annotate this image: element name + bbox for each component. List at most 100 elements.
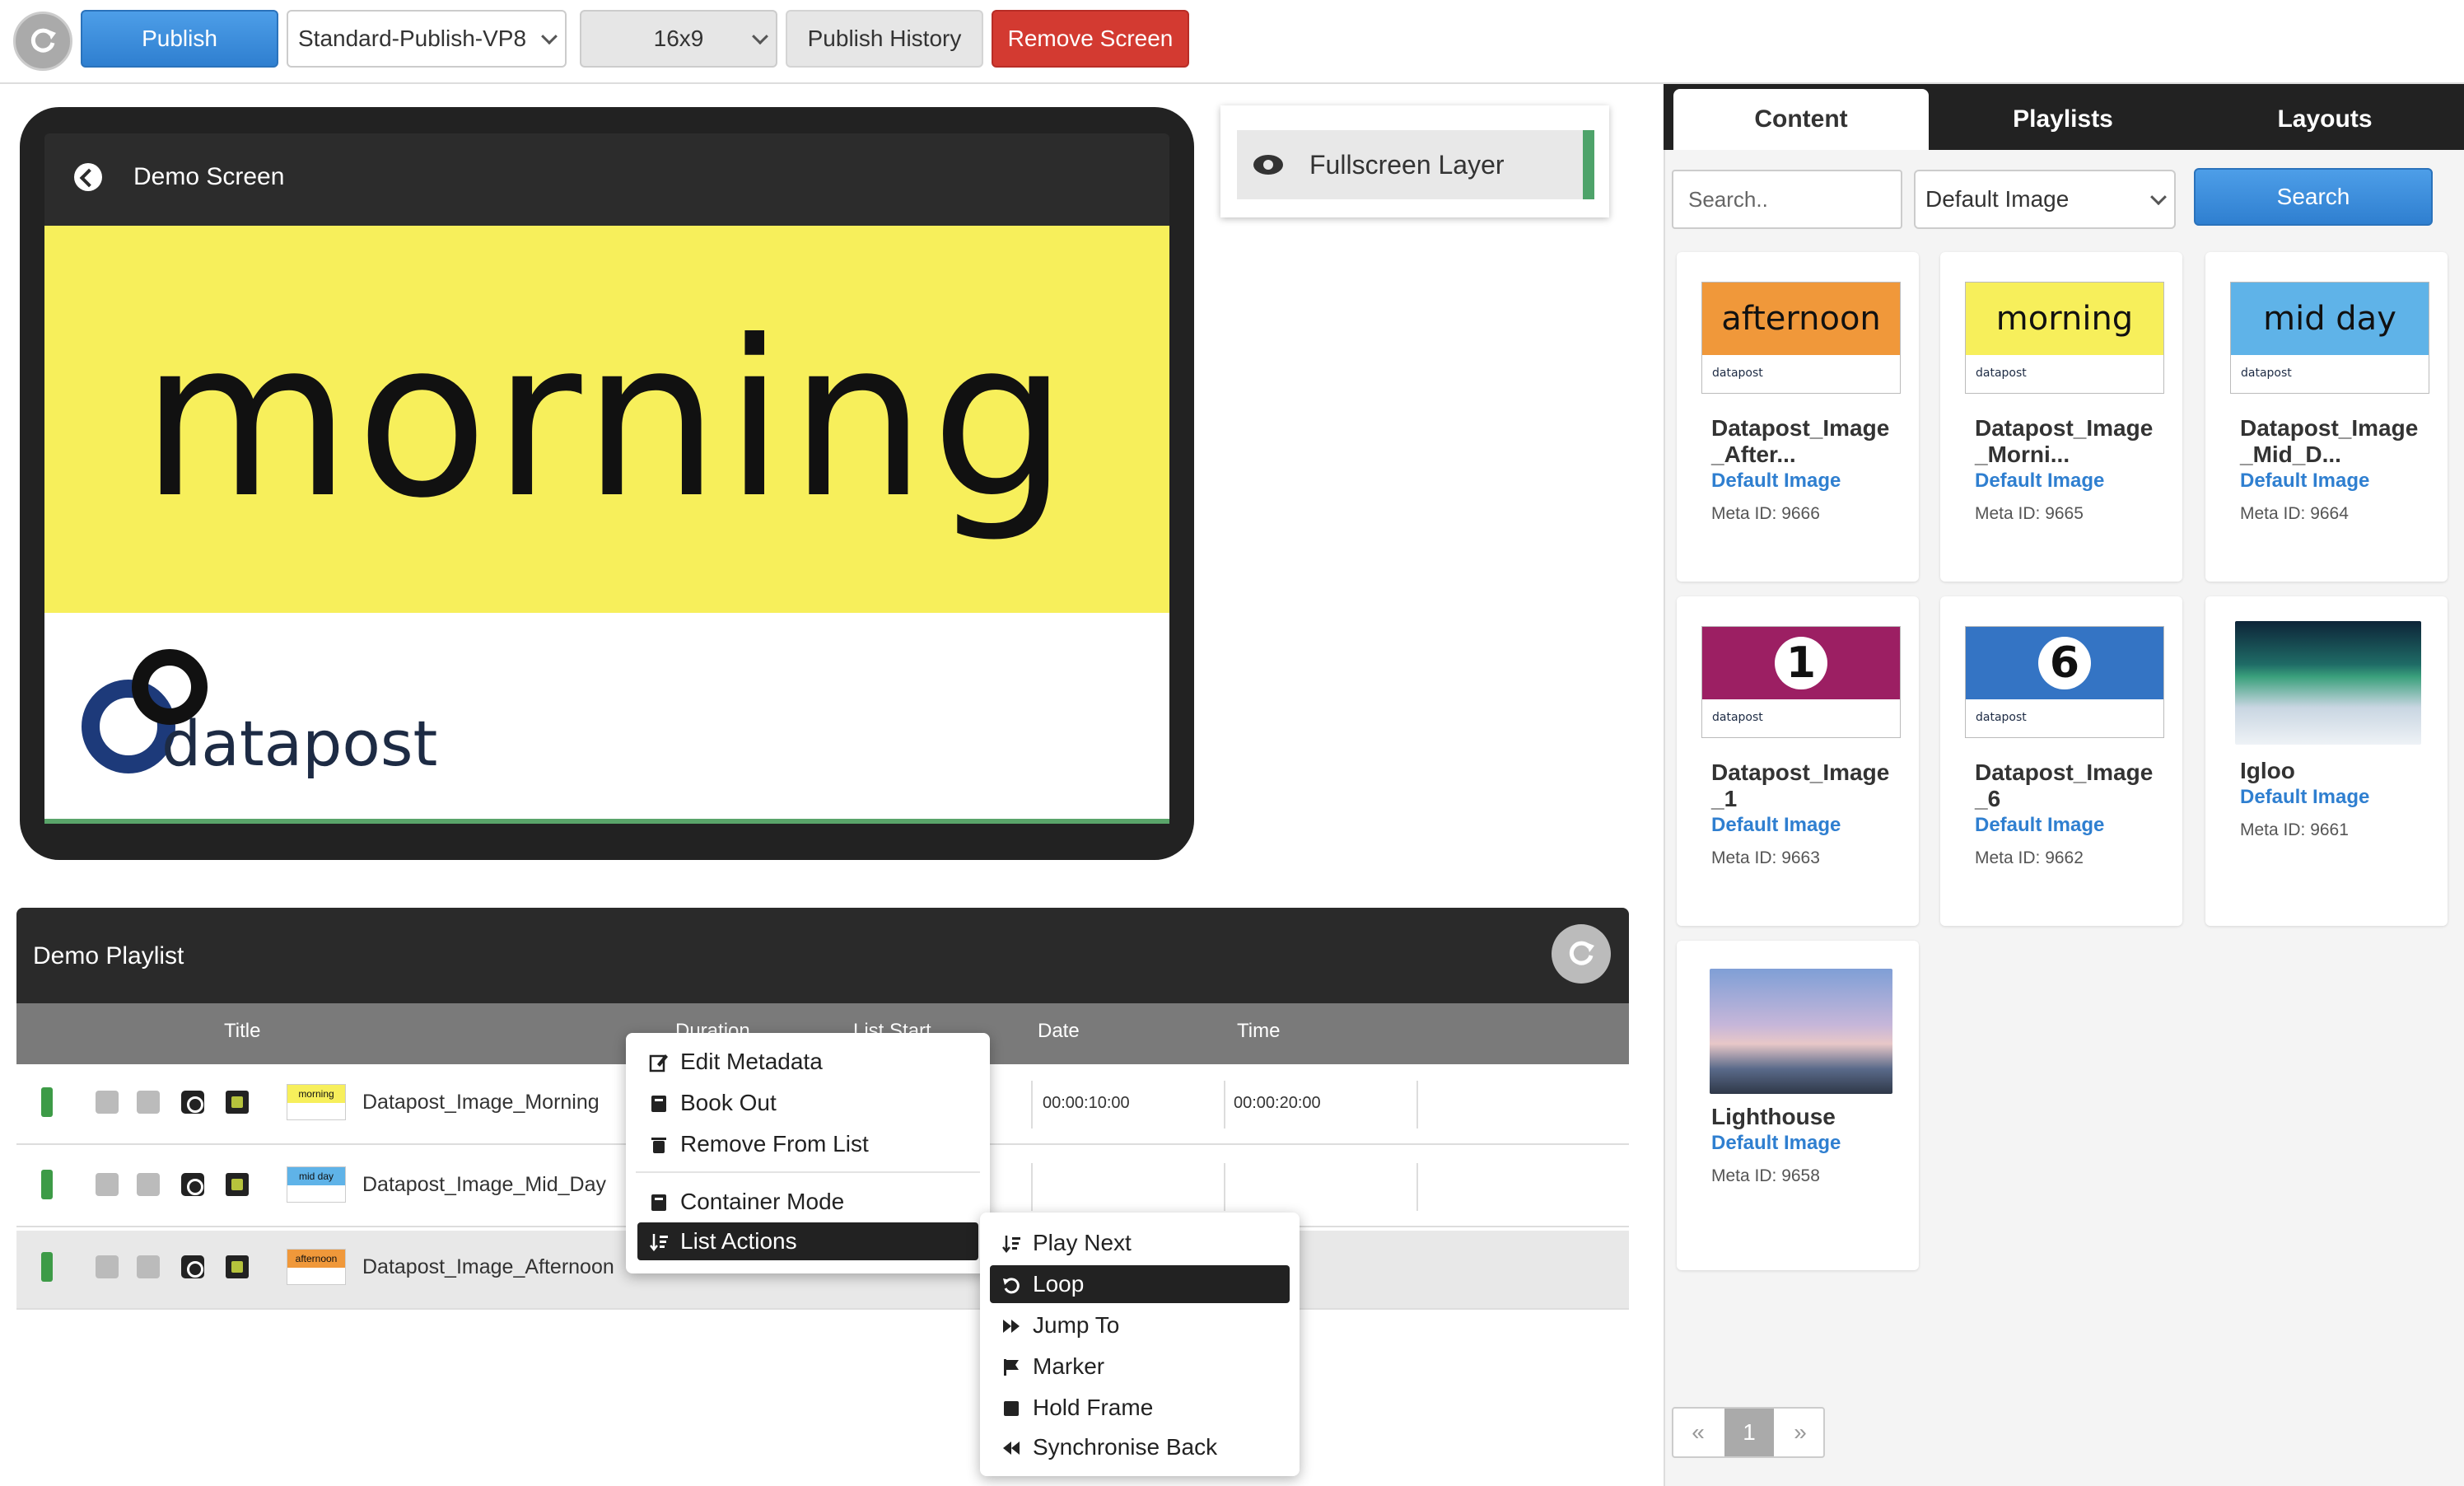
content-card[interactable]: 1 datapost Datapost_Image _1 Default Ima… <box>1677 596 1919 926</box>
tab-playlists[interactable]: Playlists <box>1935 89 2191 150</box>
image-icon[interactable] <box>96 1091 119 1114</box>
thumbnail-toggle-icon[interactable] <box>226 1091 249 1114</box>
image-icon[interactable] <box>96 1255 119 1278</box>
publish-profile-select[interactable]: Standard-Publish-VP8 <box>287 10 567 68</box>
menu-item-edit-metadata[interactable]: Edit Metadata <box>637 1043 978 1081</box>
card-thumbnail-logo: datapost <box>1712 367 1763 380</box>
content-card[interactable]: mid day datapost Datapost_Image _Mid_D..… <box>2205 252 2448 582</box>
loop-icon <box>1003 1278 1020 1294</box>
submenu-marker[interactable]: Marker <box>990 1348 1290 1386</box>
book-icon <box>651 1096 666 1112</box>
volume-icon[interactable] <box>137 1255 160 1278</box>
thumbnail-toggle-icon[interactable] <box>226 1173 249 1196</box>
card-title: Lighthouse <box>1711 1104 1836 1129</box>
publish-button[interactable]: Publish <box>81 10 278 68</box>
publish-history-button[interactable]: Publish History <box>786 10 983 68</box>
search-button[interactable]: Search <box>2194 168 2433 226</box>
playlist-header <box>16 908 1629 1003</box>
submenu-hold-frame[interactable]: Hold Frame <box>990 1389 1290 1427</box>
submenu-jump-to[interactable]: Jump To <box>990 1306 1290 1344</box>
preview-content-band: morning <box>44 226 1169 613</box>
cell-divider <box>1416 1081 1418 1129</box>
row-date: 00:00:10:00 <box>1043 1094 1130 1112</box>
submenu-play-next[interactable]: Play Next <box>990 1224 1290 1262</box>
card-title: Datapost_Image _Mid_D... <box>2240 415 2419 467</box>
timer-icon[interactable] <box>181 1091 204 1114</box>
card-thumbnail: 6 datapost <box>1965 626 2164 738</box>
submenu-synchronise-back[interactable]: Synchronise Back <box>990 1428 1290 1466</box>
layer-label: Fullscreen Layer <box>1309 149 1505 180</box>
card-title: Datapost_Image _After... <box>1711 415 1890 467</box>
content-card[interactable]: morning datapost Datapost_Image _Morni..… <box>1940 252 2182 582</box>
card-thumbnail-logo: datapost <box>1976 367 2027 380</box>
publish-profile-value: Standard-Publish-VP8 <box>298 26 527 51</box>
card-type: Default Image <box>1975 470 2105 492</box>
thumbnail-toggle-icon[interactable] <box>226 1255 249 1278</box>
submenu-label: Jump To <box>1033 1312 1120 1338</box>
chevron-down-icon <box>752 28 768 45</box>
card-meta-id: Meta ID: 9665 <box>1975 504 2084 523</box>
menu-item-container-mode[interactable]: Container Mode <box>637 1183 978 1221</box>
card-title: Datapost_Image _6 <box>1975 759 2154 811</box>
card-meta-id: Meta ID: 9666 <box>1711 504 1820 523</box>
timer-icon[interactable] <box>181 1173 204 1196</box>
aspect-ratio-select[interactable]: 16x9 <box>580 10 777 68</box>
cell-divider <box>1031 1081 1033 1129</box>
card-title: Datapost_Image _1 <box>1711 759 1890 811</box>
card-thumbnail-text: afternoon <box>1702 283 1900 355</box>
card-title: Datapost_Image _Morni... <box>1975 415 2154 467</box>
column-title: Title <box>224 1020 261 1042</box>
lighthouse-photo <box>1710 969 1892 1094</box>
card-title: Igloo <box>2240 758 2295 783</box>
content-card[interactable]: Lighthouse Default Image Meta ID: 9658 <box>1677 941 1919 1270</box>
card-thumbnail-logo: datapost <box>1712 711 1763 724</box>
row-title: Datapost_Image_Mid_Day <box>362 1173 606 1196</box>
card-thumbnail-logo: datapost <box>2241 367 2292 380</box>
card-type: Default Image <box>2240 470 2370 492</box>
card-type: Default Image <box>2240 786 2370 808</box>
tab-layouts[interactable]: Layouts <box>2197 89 2452 150</box>
refresh-icon <box>30 28 56 53</box>
preview-logo-text: datapost <box>161 707 438 780</box>
image-icon[interactable] <box>96 1173 119 1196</box>
menu-item-remove-from-list[interactable]: Remove From List <box>637 1125 978 1163</box>
cell-divider <box>1224 1081 1225 1129</box>
refresh-icon <box>1569 941 1594 965</box>
screen-title: Demo Screen <box>133 163 285 190</box>
menu-item-book-out[interactable]: Book Out <box>637 1084 978 1122</box>
volume-icon[interactable] <box>137 1091 160 1114</box>
eye-icon[interactable] <box>1253 155 1283 175</box>
pagination-prev[interactable]: « <box>1673 1409 1723 1456</box>
content-card[interactable]: Igloo Default Image Meta ID: 9661 <box>2205 596 2448 926</box>
drag-handle-icon[interactable] <box>41 1170 53 1199</box>
igloo-photo <box>2235 621 2421 745</box>
playlist-refresh-button[interactable] <box>1552 924 1611 984</box>
content-card[interactable]: afternoon datapost Datapost_Image _After… <box>1677 252 1919 582</box>
flag-icon <box>1004 1359 1019 1376</box>
edit-icon <box>649 1054 668 1072</box>
back-arrow-icon[interactable] <box>74 163 102 191</box>
volume-icon[interactable] <box>137 1173 160 1196</box>
card-meta-id: Meta ID: 9662 <box>1975 848 2084 867</box>
remove-screen-button[interactable]: Remove Screen <box>992 10 1189 68</box>
search-input[interactable]: Search.. <box>1672 170 1902 229</box>
drag-handle-icon[interactable] <box>41 1252 53 1282</box>
fullscreen-layer-item[interactable]: Fullscreen Layer <box>1237 130 1594 199</box>
row-title: Datapost_Image_Afternoon <box>362 1255 614 1278</box>
timer-icon[interactable] <box>181 1255 204 1278</box>
pagination-next[interactable]: » <box>1776 1409 1825 1456</box>
card-thumbnail-logo: datapost <box>1976 711 2027 724</box>
content-card[interactable]: 6 datapost Datapost_Image _6 Default Ima… <box>1940 596 2182 926</box>
submenu-loop[interactable]: Loop <box>990 1265 1290 1303</box>
content-type-select[interactable]: Default Image <box>1914 170 2176 229</box>
menu-item-label: Edit Metadata <box>680 1049 823 1074</box>
drag-handle-icon[interactable] <box>41 1087 53 1117</box>
menu-item-list-actions[interactable]: List Actions <box>637 1222 978 1260</box>
sort-icon <box>650 1234 668 1252</box>
pagination-page[interactable]: 1 <box>1724 1409 1774 1456</box>
menu-divider <box>636 1171 980 1173</box>
cell-divider <box>1031 1163 1033 1211</box>
tab-content[interactable]: Content <box>1673 89 1929 150</box>
submenu-label: Play Next <box>1033 1230 1132 1255</box>
refresh-button[interactable] <box>13 12 72 71</box>
